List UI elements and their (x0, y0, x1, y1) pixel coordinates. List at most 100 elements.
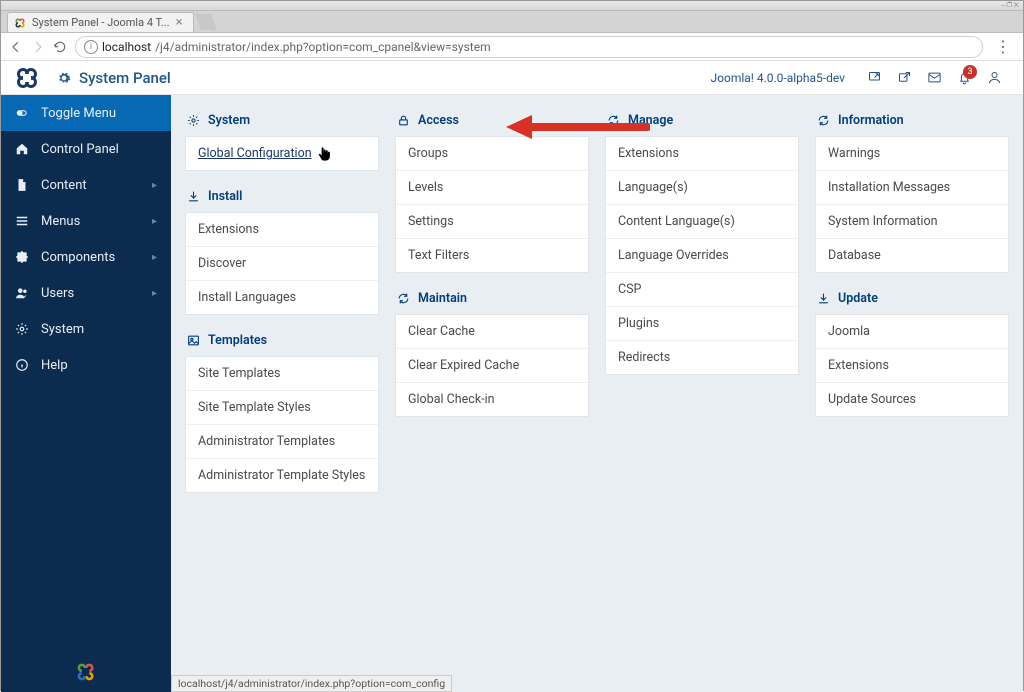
site-info-icon[interactable]: i (84, 40, 98, 54)
preview-icon[interactable] (859, 63, 889, 93)
row-label: Text Filters (408, 248, 469, 263)
panel-link-administrator-templates[interactable]: Administrator Templates (186, 425, 378, 459)
panel-link-language-s-[interactable]: Language(s) (606, 171, 798, 205)
block-title: Information (838, 113, 904, 128)
browser-tabstrip: System Panel - Joomla 4 T... × (1, 11, 1023, 33)
panel-link-administrator-template-styles[interactable]: Administrator Template Styles (186, 459, 378, 492)
gear-icon (15, 322, 29, 336)
panel-link-installation-messages[interactable]: Installation Messages (816, 171, 1008, 205)
browser-status-bar: localhost/j4/administrator/index.php?opt… (171, 675, 452, 692)
file-icon (15, 178, 29, 192)
row-label: Clear Cache (408, 324, 475, 339)
panel-link-global-configuration[interactable]: Global Configuration (186, 137, 378, 170)
row-label: Database (828, 248, 881, 263)
new-tab-button[interactable] (195, 14, 217, 30)
panel-link-update-sources[interactable]: Update Sources (816, 383, 1008, 416)
row-label: Global Check-in (408, 392, 495, 407)
sidebar: Toggle MenuControl PanelContent▸Menus▸Co… (1, 95, 171, 692)
panel-link-levels[interactable]: Levels (396, 171, 588, 205)
reload-button[interactable] (53, 40, 67, 54)
panel-link-redirects[interactable]: Redirects (606, 341, 798, 374)
panel-link-extensions[interactable]: Extensions (816, 349, 1008, 383)
download-icon (817, 292, 830, 305)
main-layout: Toggle MenuControl PanelContent▸Menus▸Co… (1, 95, 1023, 692)
home-icon (15, 142, 29, 156)
notifications-icon[interactable]: 3 (949, 63, 979, 93)
row-label: Administrator Template Styles (198, 468, 365, 483)
panel-block-manage: ManageExtensionsLanguage(s)Content Langu… (605, 109, 799, 375)
panel-link-discover[interactable]: Discover (186, 247, 378, 281)
panel-link-clear-expired-cache[interactable]: Clear Expired Cache (396, 349, 588, 383)
row-label: Settings (408, 214, 454, 229)
chevron-right-icon: ▸ (152, 180, 157, 191)
tab-title: System Panel - Joomla 4 T... (32, 16, 170, 29)
external-link-icon[interactable] (889, 63, 919, 93)
version-link[interactable]: Joomla! 4.0.0-alpha5-dev (711, 71, 845, 85)
sidebar-item-control-panel[interactable]: Control Panel (1, 131, 171, 167)
row-label: Site Template Styles (198, 400, 311, 415)
row-label: Site Templates (198, 366, 281, 381)
tab-close-icon[interactable]: × (176, 15, 183, 30)
address-bar[interactable]: i localhost/j4/administrator/index.php?o… (75, 36, 983, 58)
sidebar-item-label: Content (41, 178, 87, 193)
joomla-logo-icon (15, 66, 39, 90)
panel-link-site-template-styles[interactable]: Site Template Styles (186, 391, 378, 425)
browser-menu-button[interactable]: ⋮ (991, 37, 1015, 56)
panel-link-joomla[interactable]: Joomla (816, 315, 1008, 349)
lock-icon (397, 114, 410, 127)
panel-link-system-information[interactable]: System Information (816, 205, 1008, 239)
panel-block-information: Information Warnings Installation Messages… (815, 109, 1009, 273)
panel-link-language-overrides[interactable]: Language Overrides (606, 239, 798, 273)
browser-tab[interactable]: System Panel - Joomla 4 T... × (7, 12, 194, 32)
panel-link-install-languages[interactable]: Install Languages (186, 281, 378, 314)
user-icon[interactable] (979, 63, 1009, 93)
sidebar-item-menus[interactable]: Menus ▸ (1, 203, 171, 239)
row-label: Extensions (618, 146, 679, 161)
app-header: System Panel Joomla! 4.0.0-alpha5-dev 3 (1, 61, 1023, 95)
panel-link-text-filters[interactable]: Text Filters (396, 239, 588, 272)
sidebar-item-label: Menus (41, 214, 80, 229)
panel-link-clear-cache[interactable]: Clear Cache (396, 315, 588, 349)
forward-button[interactable] (31, 40, 45, 54)
row-label: Extensions (828, 358, 889, 373)
row-label: Clear Expired Cache (408, 358, 519, 373)
messages-icon[interactable] (919, 63, 949, 93)
row-label: Plugins (618, 316, 659, 331)
panel-link-global-check-in[interactable]: Global Check-in (396, 383, 588, 416)
sidebar-item-system[interactable]: System (1, 311, 171, 347)
refresh-icon (817, 114, 830, 127)
gear-icon (57, 71, 71, 85)
panel-link-settings[interactable]: Settings (396, 205, 588, 239)
panel-link-site-templates[interactable]: Site Templates (186, 357, 378, 391)
os-window-buttons[interactable]: ⎯ ❐ ✕ (1001, 1, 1019, 10)
panel-link-database[interactable]: Database (816, 239, 1008, 272)
browser-toolbar: i localhost/j4/administrator/index.php?o… (1, 33, 1023, 61)
row-label: Redirects (618, 350, 670, 365)
panel-link-groups[interactable]: Groups (396, 137, 588, 171)
chevron-right-icon: ▸ (152, 216, 157, 227)
notification-badge: 3 (963, 65, 977, 79)
panel-link-content-language-s-[interactable]: Content Language(s) (606, 205, 798, 239)
sidebar-footer-logo (1, 662, 171, 686)
sidebar-item-users[interactable]: Users▸ (1, 275, 171, 311)
url-host: localhost (102, 40, 151, 54)
chevron-right-icon: ▸ (152, 252, 157, 263)
panel-link-plugins[interactable]: Plugins (606, 307, 798, 341)
sidebar-item-help[interactable]: Help (1, 347, 171, 383)
info-icon (15, 358, 29, 372)
sidebar-item-components[interactable]: Components▸ (1, 239, 171, 275)
row-label: Install Languages (198, 290, 296, 305)
sidebar-item-toggle-menu[interactable]: Toggle Menu (1, 95, 171, 131)
row-label: Warnings (828, 146, 880, 161)
row-label: Extensions (198, 222, 259, 237)
panel-block-templates: Templates Site Templates Site Template Sty… (185, 329, 379, 493)
sidebar-item-content[interactable]: Content ▸ (1, 167, 171, 203)
row-label: System Information (828, 214, 938, 229)
panel-link-warnings[interactable]: Warnings (816, 137, 1008, 171)
panel-link-extensions[interactable]: Extensions (186, 213, 378, 247)
panel-link-extensions[interactable]: Extensions (606, 137, 798, 171)
block-title: Templates (208, 333, 267, 348)
panel-link-csp[interactable]: CSP (606, 273, 798, 307)
content-panel: SystemGlobal ConfigurationInstallExtensi… (171, 95, 1023, 692)
back-button[interactable] (9, 40, 23, 54)
